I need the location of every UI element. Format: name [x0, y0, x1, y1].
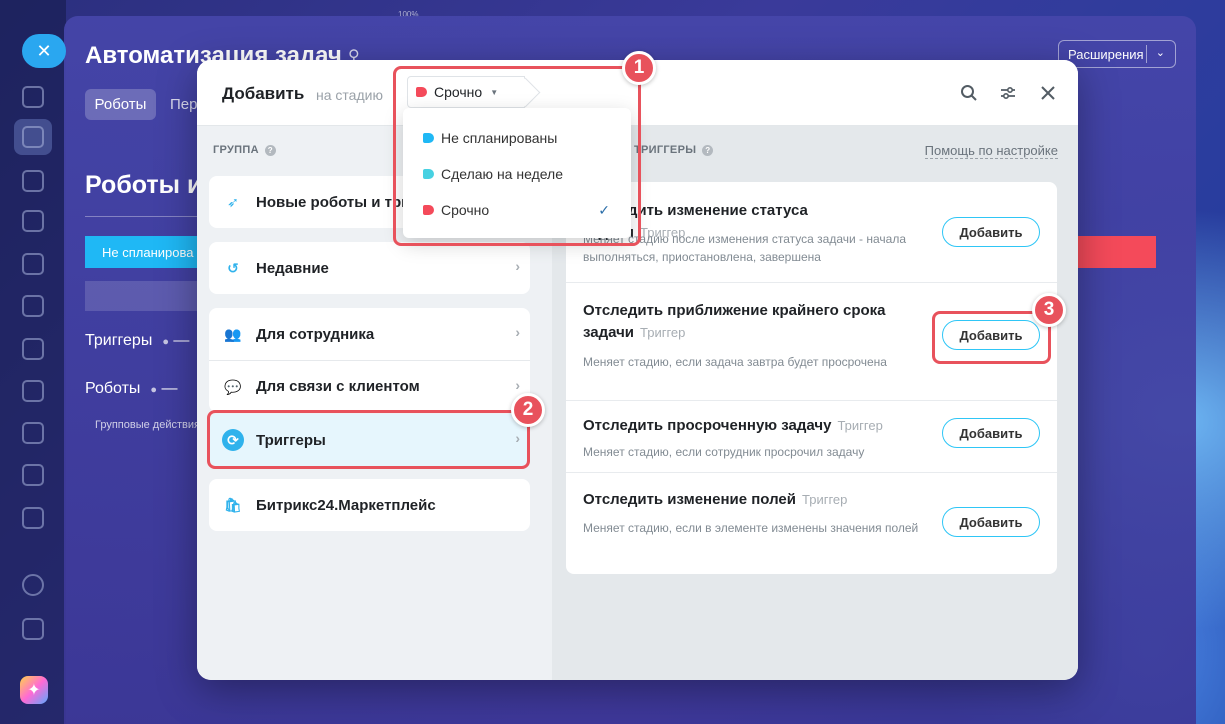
dropdown-option-label: Сделаю на неделе [441, 166, 564, 182]
trigger-title: Отследить просроченную задачу Триггер [583, 417, 883, 434]
dropdown-option-this-week[interactable]: Сделаю на неделе [423, 156, 618, 192]
filter-icon[interactable] [997, 82, 1019, 104]
rail-automation-icon[interactable] [22, 422, 44, 444]
group-item-marketplace[interactable]: 🛍 Битрикс24.Маркетплейс [209, 479, 530, 531]
chevron-right-icon: › [515, 258, 520, 274]
rail-chat-icon[interactable] [22, 170, 44, 192]
dropdown-option-not-planned[interactable]: Не спланированы [423, 120, 618, 156]
stage-color-tag [416, 87, 427, 97]
group-actions-link[interactable]: Групповые действия [95, 419, 200, 431]
rail-sites-icon[interactable] [22, 507, 44, 529]
add-button[interactable]: Добавить [942, 418, 1040, 448]
close-icon[interactable] [1037, 82, 1059, 104]
rail-calendar-icon[interactable] [22, 295, 44, 317]
triggers-row-label: Триггеры ● — [85, 332, 190, 349]
help-icon[interactable]: ? [264, 144, 276, 156]
group-item-label: Триггеры [256, 431, 326, 449]
list-item: Отследить изменение статуса задачиТригге… [566, 182, 1057, 283]
add-trigger-modal: Добавить на стадию Срочно ▼ ГРУППА? ➶ Но… [197, 60, 1078, 680]
trigger-description: Меняет стадию после изменения статуса за… [583, 232, 907, 264]
rail-feed-icon[interactable] [22, 86, 44, 108]
divider [85, 216, 200, 217]
stage-column-header: Не спланирова [85, 236, 200, 268]
stage-bar [85, 281, 200, 311]
tab-second[interactable]: Пер [170, 96, 197, 113]
chevron-right-icon: › [515, 377, 520, 393]
trigger-description: Меняет стадию, если в элементе изменены … [583, 521, 919, 535]
group-item-label: Для связи с клиентом [256, 378, 420, 395]
rail-shop-icon[interactable] [22, 338, 44, 360]
chevron-right-icon: › [515, 430, 520, 446]
stage-column-header-urgent [1077, 236, 1156, 268]
triggers-header: ТРИГГЕРЫ? [634, 144, 714, 156]
modal-title: Добавить [222, 84, 305, 103]
modal-subtitle: на стадию [316, 87, 383, 103]
group-item-label: Недавние [256, 259, 329, 277]
group-item-label: Новые роботы и три [256, 193, 411, 211]
callout-badge-3: 3 [1032, 293, 1066, 327]
group-header: ГРУППА? [213, 144, 276, 156]
rail-tasks-icon[interactable] [22, 126, 44, 148]
rail-crm-icon[interactable] [22, 210, 44, 232]
extensions-label: Расширения [1068, 46, 1144, 62]
trigger-title: Отследить изменение полей Триггер [583, 491, 848, 508]
trigger-description: Меняет стадию, если задача завтра будет … [583, 355, 887, 369]
copilot-star-icon[interactable]: ✦ [20, 676, 48, 704]
trigger-icon: ⟳ [222, 429, 244, 451]
add-button[interactable]: Добавить [942, 320, 1040, 350]
close-slider-button[interactable]: ✕ [22, 34, 66, 68]
rail-docs-icon[interactable] [22, 253, 44, 275]
add-button[interactable]: Добавить [942, 507, 1040, 537]
caret-down-icon: ▼ [490, 87, 499, 97]
robots-row-label: Роботы ● — [85, 380, 178, 397]
stage-select-value: Срочно [434, 84, 483, 100]
trigger-list: Отследить изменение статуса задачиТригге… [566, 182, 1057, 574]
marketplace-icon: 🛍 [224, 496, 242, 513]
group-item-recent[interactable]: ↺ Недавние › [209, 242, 530, 294]
divider [1146, 45, 1147, 63]
group-item-employee[interactable]: 👥 Для сотрудника › [209, 308, 530, 360]
users-icon: 👥 [224, 325, 242, 342]
group-item-triggers[interactable]: ⟳ Триггеры › [209, 414, 530, 466]
callout-badge-1: 1 [622, 51, 656, 85]
list-item: Отследить приближение крайнего срока зад… [566, 283, 1057, 401]
group-item-label: Битрикс24.Маркетплейс [256, 496, 436, 514]
chevron-down-icon: ⌄ [1155, 47, 1165, 59]
chat-icon: 💬 [224, 378, 242, 395]
stage-color-tag [423, 205, 434, 215]
list-item: Отследить просроченную задачу Триггер Мен… [566, 401, 1057, 473]
rail-apps-icon[interactable] [22, 618, 44, 640]
group-item-label: Для сотрудника [256, 325, 375, 343]
rail-robot-icon[interactable] [22, 464, 44, 486]
chevron-right-icon: › [515, 324, 520, 340]
search-icon[interactable] [958, 82, 980, 104]
left-rail: ✦ [0, 0, 66, 724]
list-item: Отследить изменение полей Триггер Меняет … [566, 473, 1057, 574]
stage-select[interactable]: Срочно ▼ [407, 76, 526, 108]
callout-badge-2: 2 [511, 393, 545, 427]
section-title: Роботы и [85, 171, 203, 199]
checkmark-icon: ✓ [598, 201, 610, 218]
history-icon: ↺ [227, 259, 239, 276]
stage-color-tag [423, 169, 434, 179]
dropdown-option-label: Не спланированы [441, 130, 558, 146]
rail-filter-icon[interactable] [22, 380, 44, 402]
stage-color-tag [423, 133, 434, 143]
trigger-description: Меняет стадию, если сотрудник просрочил … [583, 445, 865, 459]
trigger-title: Отследить приближение крайнего срока зад… [583, 302, 886, 341]
help-icon[interactable]: ? [702, 144, 714, 156]
stage-dropdown: Не спланированы Сделаю на неделе Срочно … [403, 108, 631, 238]
dropdown-option-urgent[interactable]: Срочно ✓ [423, 192, 618, 228]
group-item-client[interactable]: 💬 Для связи с клиентом › [209, 360, 530, 412]
help-setup-link[interactable]: Помощь по настройке [924, 143, 1058, 159]
rail-settings-icon[interactable] [22, 574, 44, 596]
rocket-icon: ➶ [227, 193, 239, 210]
tab-robots[interactable]: Роботы [85, 89, 156, 120]
add-button[interactable]: Добавить [942, 217, 1040, 247]
dropdown-option-label: Срочно [441, 202, 490, 218]
